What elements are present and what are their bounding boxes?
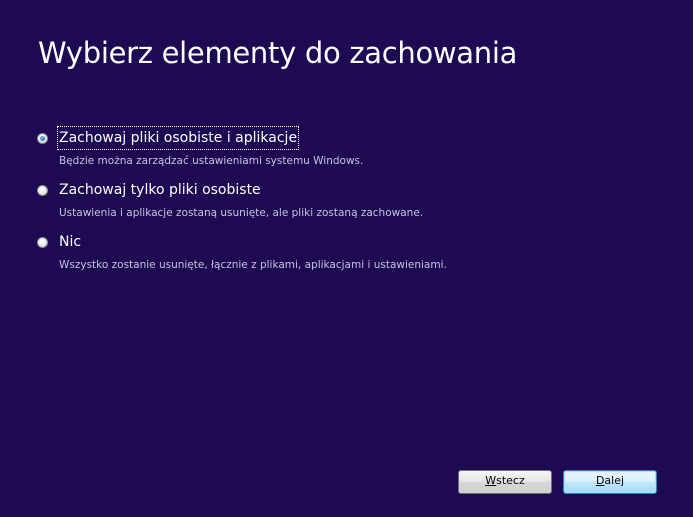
radio-button-icon[interactable] bbox=[37, 185, 48, 196]
keep-options-radio-group: Zachowaj pliki osobiste i aplikacje Będz… bbox=[37, 126, 657, 283]
back-button-accesskey: W bbox=[485, 474, 497, 487]
next-button[interactable]: Dalej bbox=[563, 470, 657, 494]
option-nothing[interactable]: Nic Wszystko zostanie usunięte, łącznie … bbox=[37, 231, 657, 283]
page-title: Wybierz elementy do zachowania bbox=[38, 36, 518, 70]
radio-button-selected-icon[interactable] bbox=[37, 133, 48, 144]
option-label[interactable]: Zachowaj pliki osobiste i aplikacje bbox=[56, 126, 300, 150]
next-button-label: alej bbox=[604, 474, 625, 487]
radio-button-icon[interactable] bbox=[37, 237, 48, 248]
option-keep-files-and-apps[interactable]: Zachowaj pliki osobiste i aplikacje Będz… bbox=[37, 126, 657, 179]
option-description: Wszystko zostanie usunięte, łącznie z pl… bbox=[59, 259, 447, 271]
option-label[interactable]: Nic bbox=[58, 231, 82, 253]
back-button-label: stecz bbox=[496, 474, 525, 487]
option-description: Ustawienia i aplikacje zostaną usunięte,… bbox=[59, 207, 424, 219]
option-label[interactable]: Zachowaj tylko pliki osobiste bbox=[58, 179, 262, 201]
option-description: Będzie można zarządzać ustawieniami syst… bbox=[59, 155, 364, 167]
back-button[interactable]: Wstecz bbox=[458, 470, 552, 494]
option-keep-files-only[interactable]: Zachowaj tylko pliki osobiste Ustawienia… bbox=[37, 179, 657, 231]
